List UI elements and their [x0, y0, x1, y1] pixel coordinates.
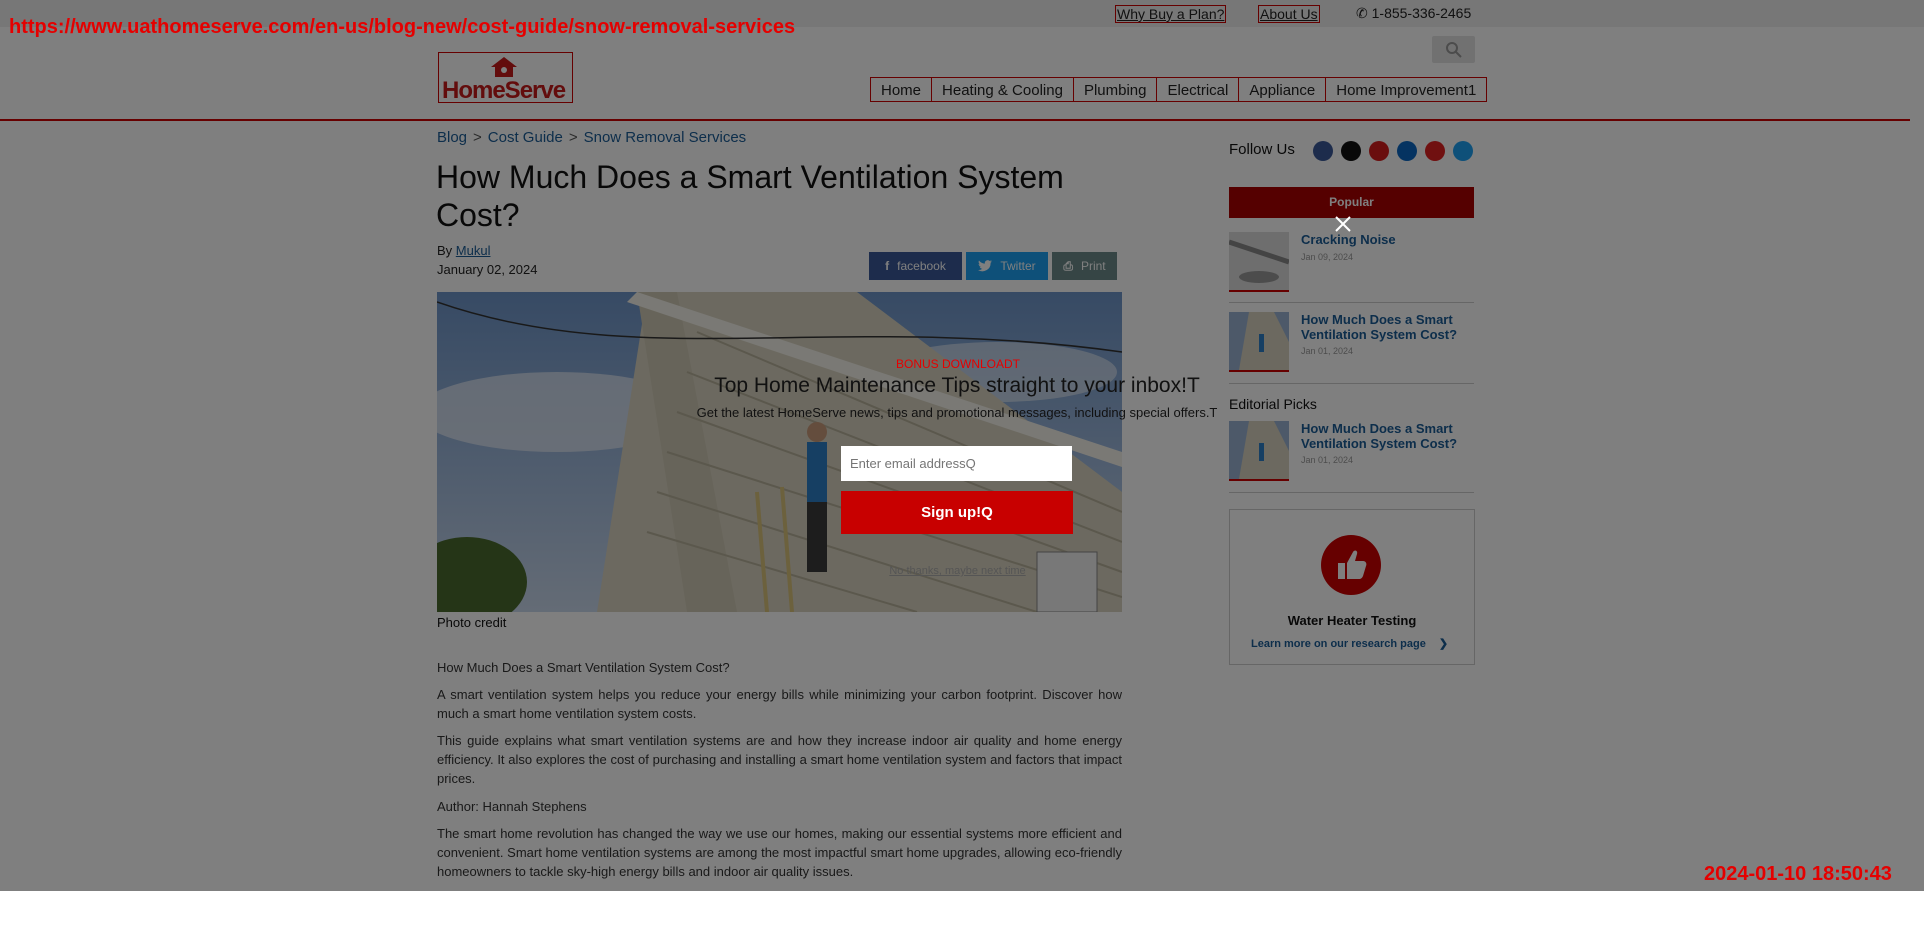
sign-up-button[interactable]: Sign up!Q: [841, 491, 1073, 534]
timestamp: 2024-01-10 18:50:43: [1704, 863, 1892, 885]
close-icon[interactable]: [1333, 214, 1353, 234]
modal-heading: Top Home Maintenance Tips straight to yo…: [714, 374, 1200, 397]
modal-subtext: Get the latest HomeServe news, tips and …: [696, 405, 1218, 420]
dismiss-link[interactable]: No thanks, maybe next time: [860, 565, 1055, 577]
modal-tag: BONUS DOWNLOADT: [895, 357, 1020, 371]
url-stamp: https://www.uathomeserve.com/en-us/blog-…: [9, 16, 796, 38]
email-input[interactable]: [841, 446, 1072, 481]
blank-area: [0, 891, 1924, 941]
